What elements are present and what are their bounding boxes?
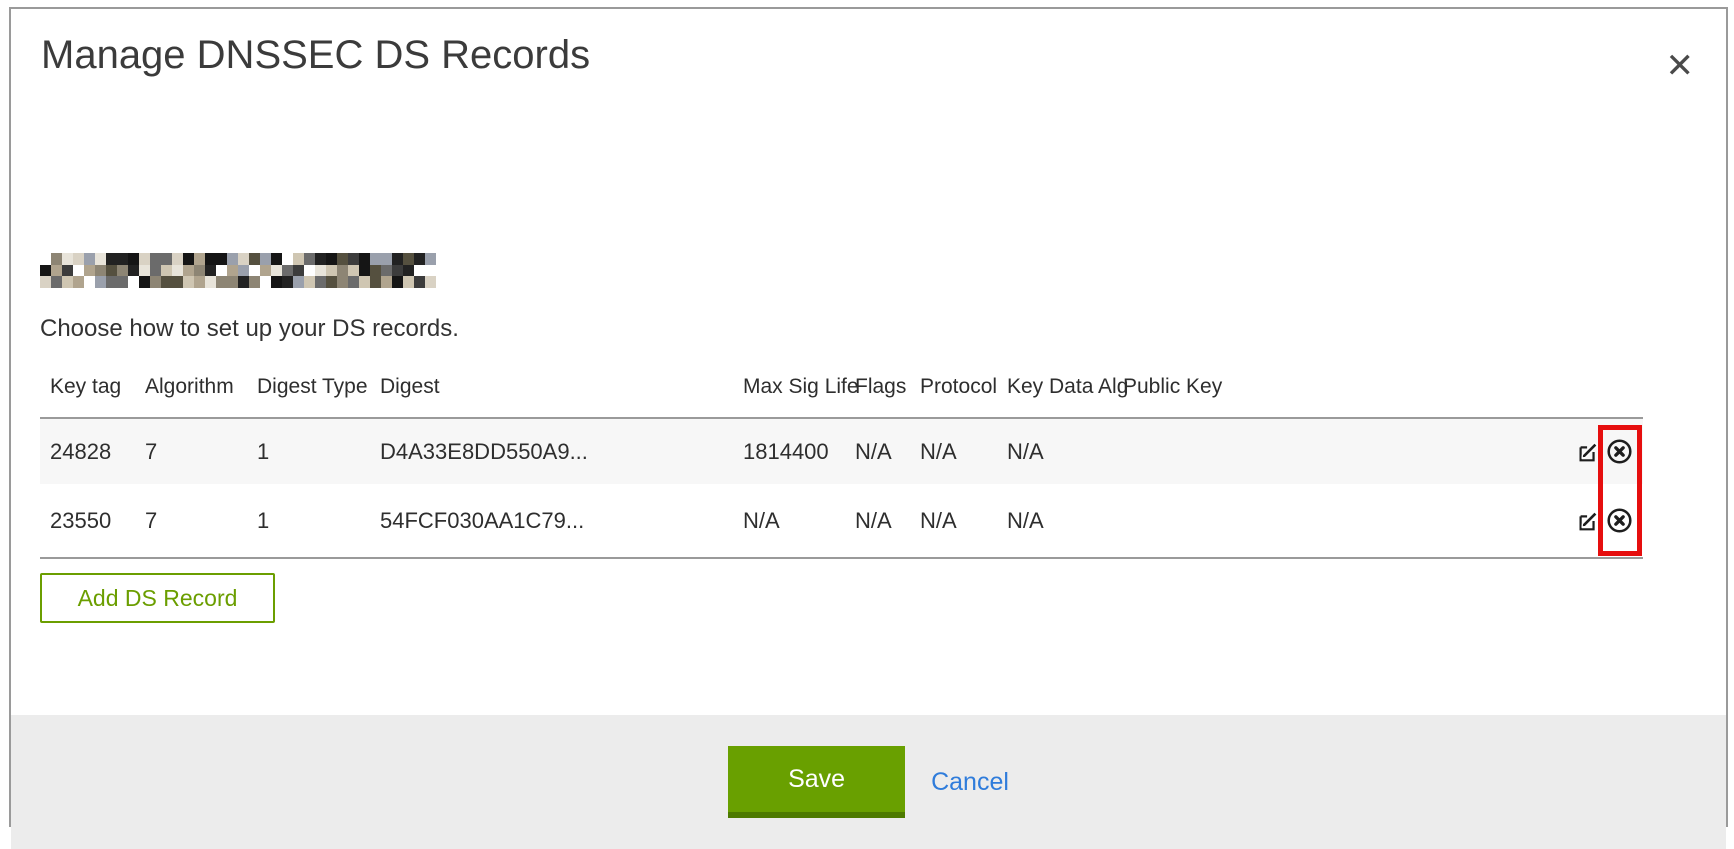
- delete-record-button[interactable]: [1606, 438, 1633, 465]
- edit-record-button[interactable]: [1576, 509, 1600, 533]
- cell-digest-type: 1: [247, 484, 370, 558]
- cell-algorithm: 7: [135, 484, 247, 558]
- cell-algorithm: 7: [135, 418, 247, 484]
- modal-title: Manage DNSSEC DS Records: [41, 33, 1726, 77]
- redacted-domain-name: [40, 253, 436, 288]
- cell-digest-type: 1: [247, 418, 370, 484]
- modal-body: ✕ Manage DNSSEC DS Records Choose how to…: [11, 33, 1726, 849]
- cancel-link[interactable]: Cancel: [931, 768, 1009, 797]
- cell-key-data-alg: N/A: [997, 418, 1113, 484]
- delete-circle-x-icon: [1606, 453, 1633, 468]
- edit-pencil-icon: [1576, 521, 1600, 536]
- column-header-key-tag: Key tag: [40, 374, 135, 418]
- column-header-actions: [1555, 374, 1643, 418]
- edit-pencil-icon: [1576, 452, 1600, 467]
- modal-footer: Save Cancel: [11, 715, 1726, 849]
- cell-key-tag: 23550: [40, 484, 135, 558]
- cell-key-tag: 24828: [40, 418, 135, 484]
- table-row: 24828 7 1 D4A33E8DD550A9... 1814400 N/A …: [40, 418, 1643, 484]
- cell-public-key: [1113, 484, 1555, 558]
- cell-actions: [1555, 484, 1643, 558]
- cell-max-sig-life: 1814400: [733, 418, 845, 484]
- column-header-digest-type: Digest Type: [247, 374, 370, 418]
- cell-digest: D4A33E8DD550A9...: [370, 418, 733, 484]
- edit-record-button[interactable]: [1576, 440, 1600, 464]
- cell-digest: 54FCF030AA1C79...: [370, 484, 733, 558]
- manage-dnssec-ds-records-modal: ✕ Manage DNSSEC DS Records Choose how to…: [9, 7, 1728, 827]
- add-ds-record-button[interactable]: Add DS Record: [40, 573, 275, 623]
- column-header-public-key: Public Key: [1113, 374, 1555, 418]
- close-icon[interactable]: ✕: [1666, 49, 1695, 83]
- column-header-algorithm: Algorithm: [135, 374, 247, 418]
- table-header-row: Key tag Algorithm Digest Type Digest Max…: [40, 374, 1643, 418]
- cell-actions: [1555, 418, 1643, 484]
- column-header-flags: Flags: [845, 374, 910, 418]
- ds-records-table-wrap: Key tag Algorithm Digest Type Digest Max…: [40, 374, 1643, 559]
- cell-protocol: N/A: [910, 418, 997, 484]
- column-header-digest: Digest: [370, 374, 733, 418]
- subtitle-text: Choose how to set up your DS records.: [40, 314, 1726, 344]
- column-header-key-data-alg: Key Data Alg: [997, 374, 1113, 418]
- cell-flags: N/A: [845, 418, 910, 484]
- table-row: 23550 7 1 54FCF030AA1C79... N/A N/A N/A …: [40, 484, 1643, 558]
- cell-max-sig-life: N/A: [733, 484, 845, 558]
- delete-record-button[interactable]: [1606, 507, 1633, 534]
- column-header-max-sig-life: Max Sig Life: [733, 374, 845, 418]
- cell-protocol: N/A: [910, 484, 997, 558]
- cell-key-data-alg: N/A: [997, 484, 1113, 558]
- ds-records-table: Key tag Algorithm Digest Type Digest Max…: [40, 374, 1643, 559]
- cell-public-key: [1113, 418, 1555, 484]
- cell-flags: N/A: [845, 484, 910, 558]
- column-header-protocol: Protocol: [910, 374, 997, 418]
- delete-circle-x-icon: [1606, 522, 1633, 537]
- save-button[interactable]: Save: [728, 746, 905, 818]
